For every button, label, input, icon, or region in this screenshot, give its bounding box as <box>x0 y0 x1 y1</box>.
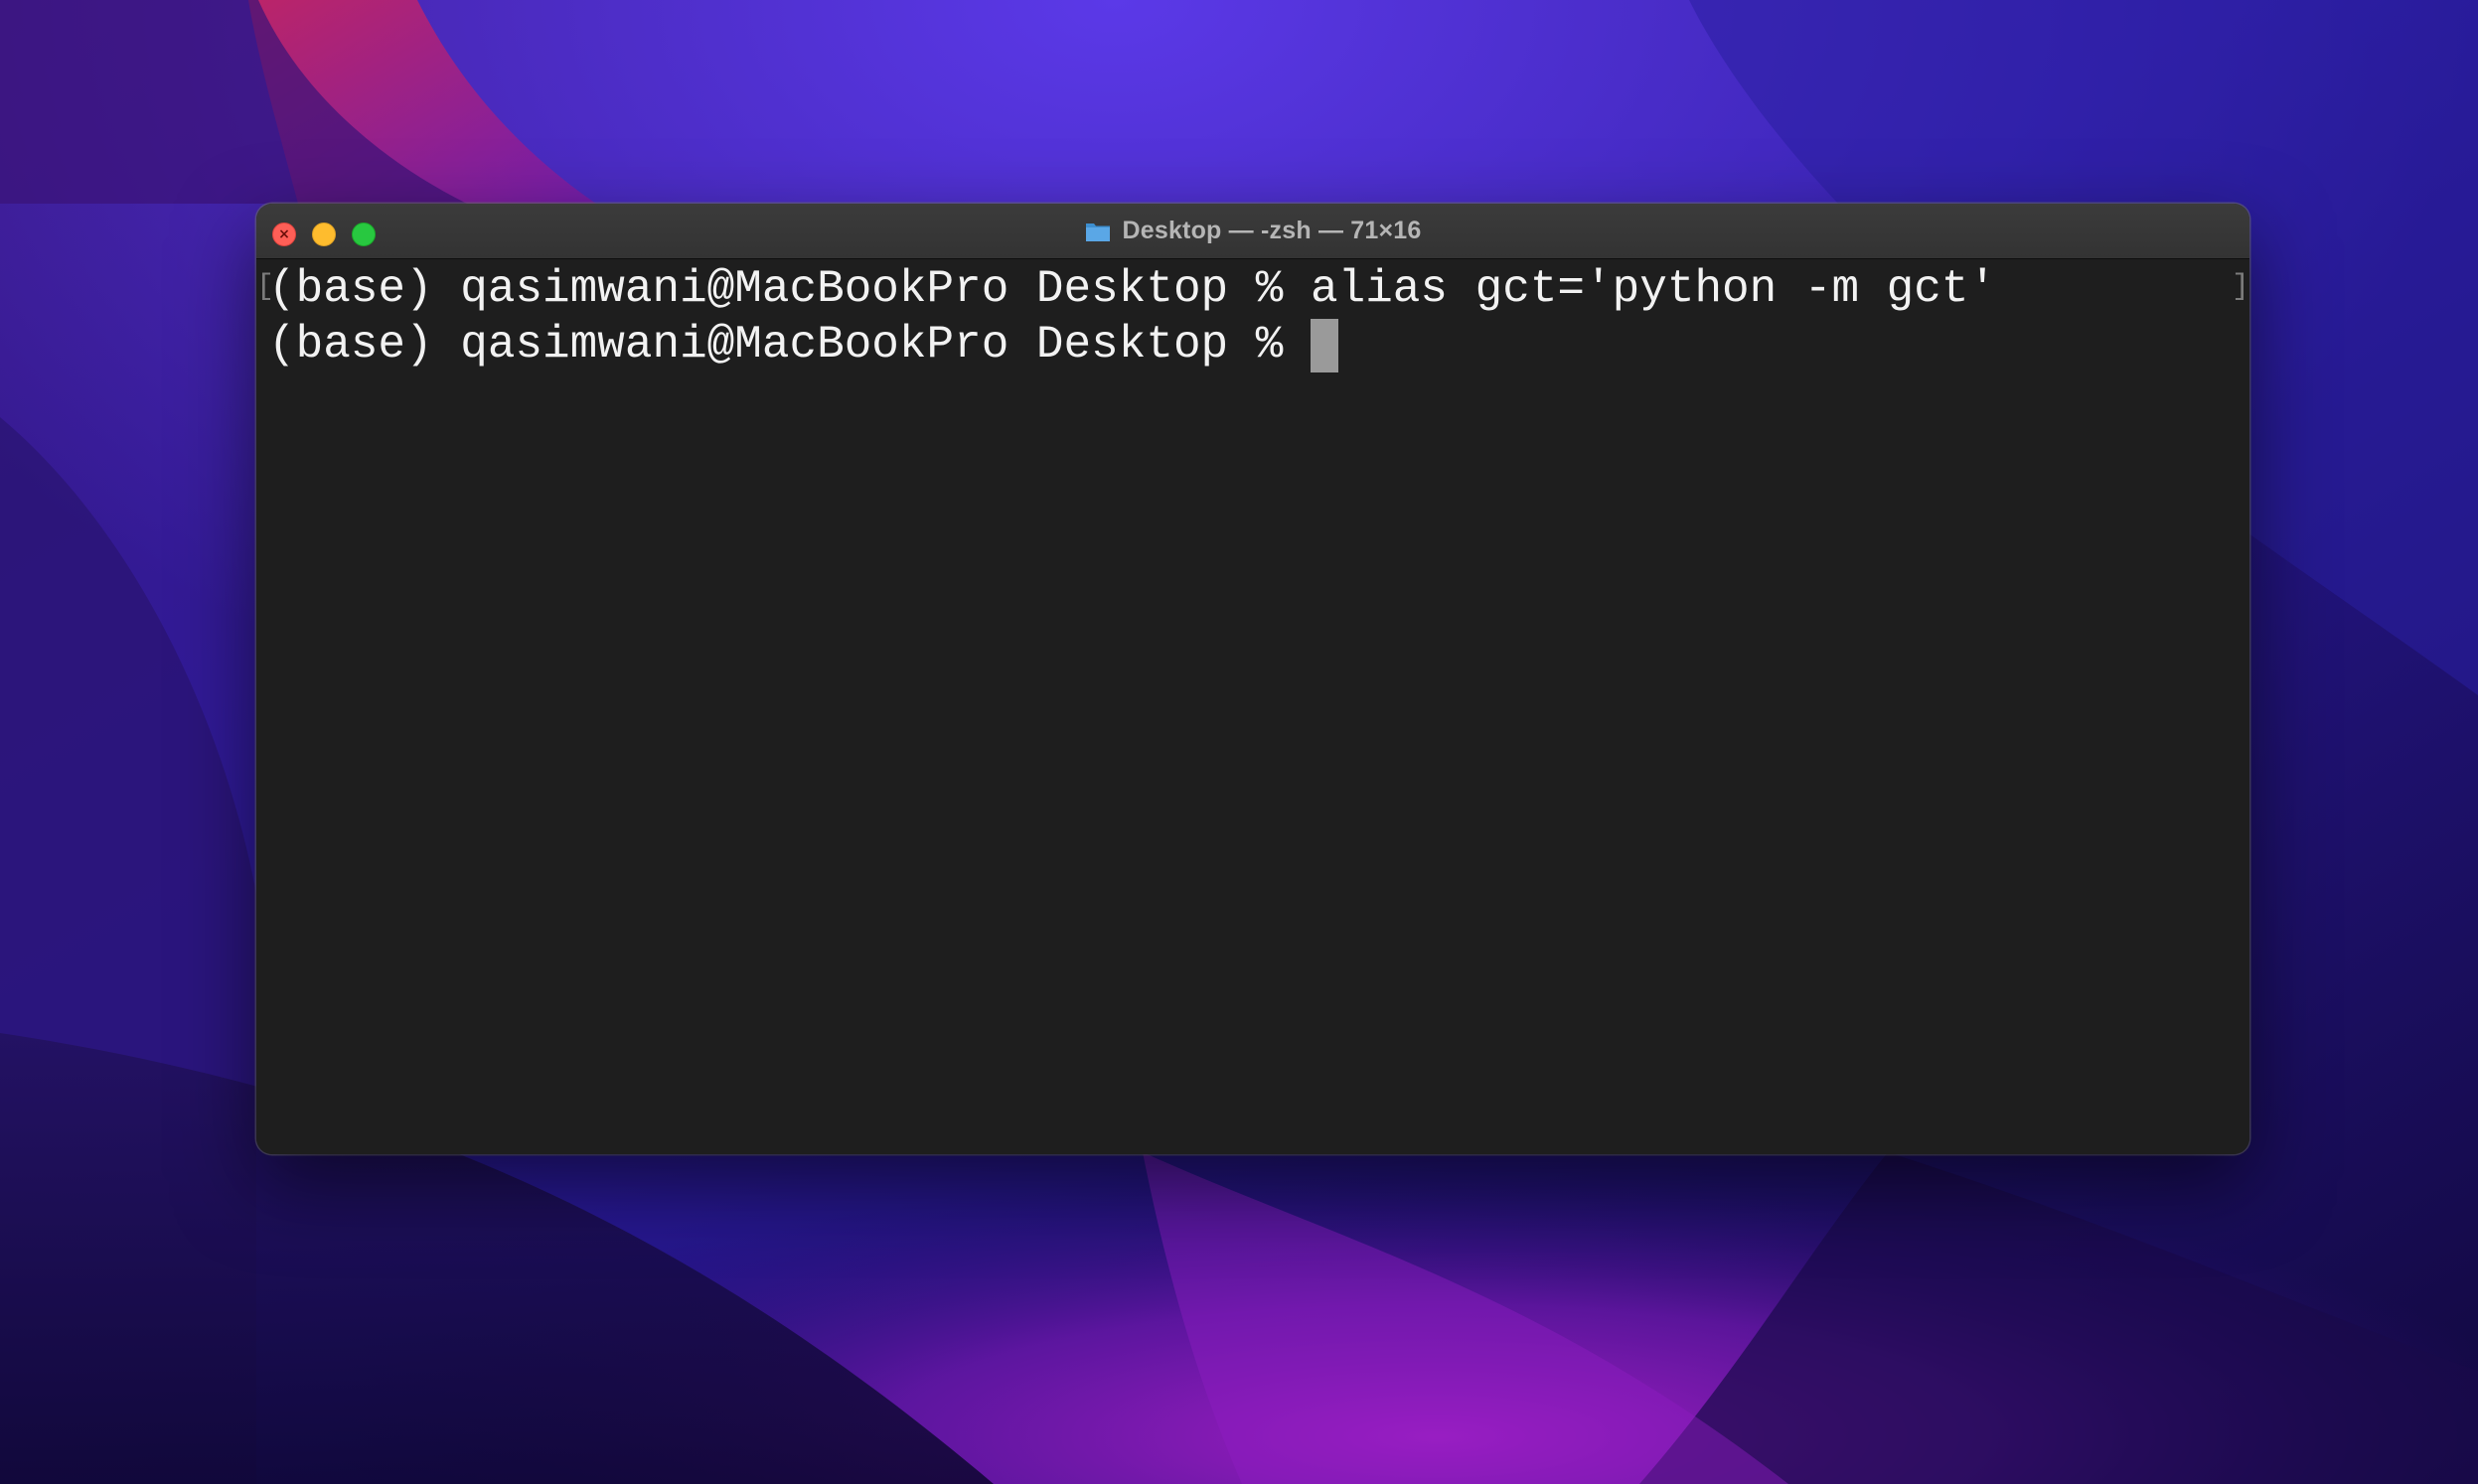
terminal-line: (base) qasimwani@MacBookPro Desktop % al… <box>268 261 1996 317</box>
window-title: Desktop — -zsh — 71×16 <box>1122 217 1422 244</box>
terminal-line: (base) qasimwani@MacBookPro Desktop % <box>268 317 1338 372</box>
mark-bracket-right: ] <box>2231 270 2249 304</box>
terminal-output[interactable]: [ ] (base) qasimwani@MacBookPro Desktop … <box>256 259 2249 1154</box>
title-area: Desktop — -zsh — 71×16 <box>256 204 2249 258</box>
shell-command: alias gct='python -m gct' <box>1310 263 1997 315</box>
terminal-window[interactable]: × Desktop — -zsh — 71×16 [ ] (base) qasi… <box>256 204 2249 1154</box>
shell-prompt: (base) qasimwani@MacBookPro Desktop % <box>268 319 1311 371</box>
shell-prompt: (base) qasimwani@MacBookPro Desktop % <box>268 263 1311 315</box>
folder-icon <box>1084 218 1112 245</box>
text-cursor[interactable] <box>1310 319 1338 372</box>
window-titlebar[interactable]: × Desktop — -zsh — 71×16 <box>256 204 2249 259</box>
